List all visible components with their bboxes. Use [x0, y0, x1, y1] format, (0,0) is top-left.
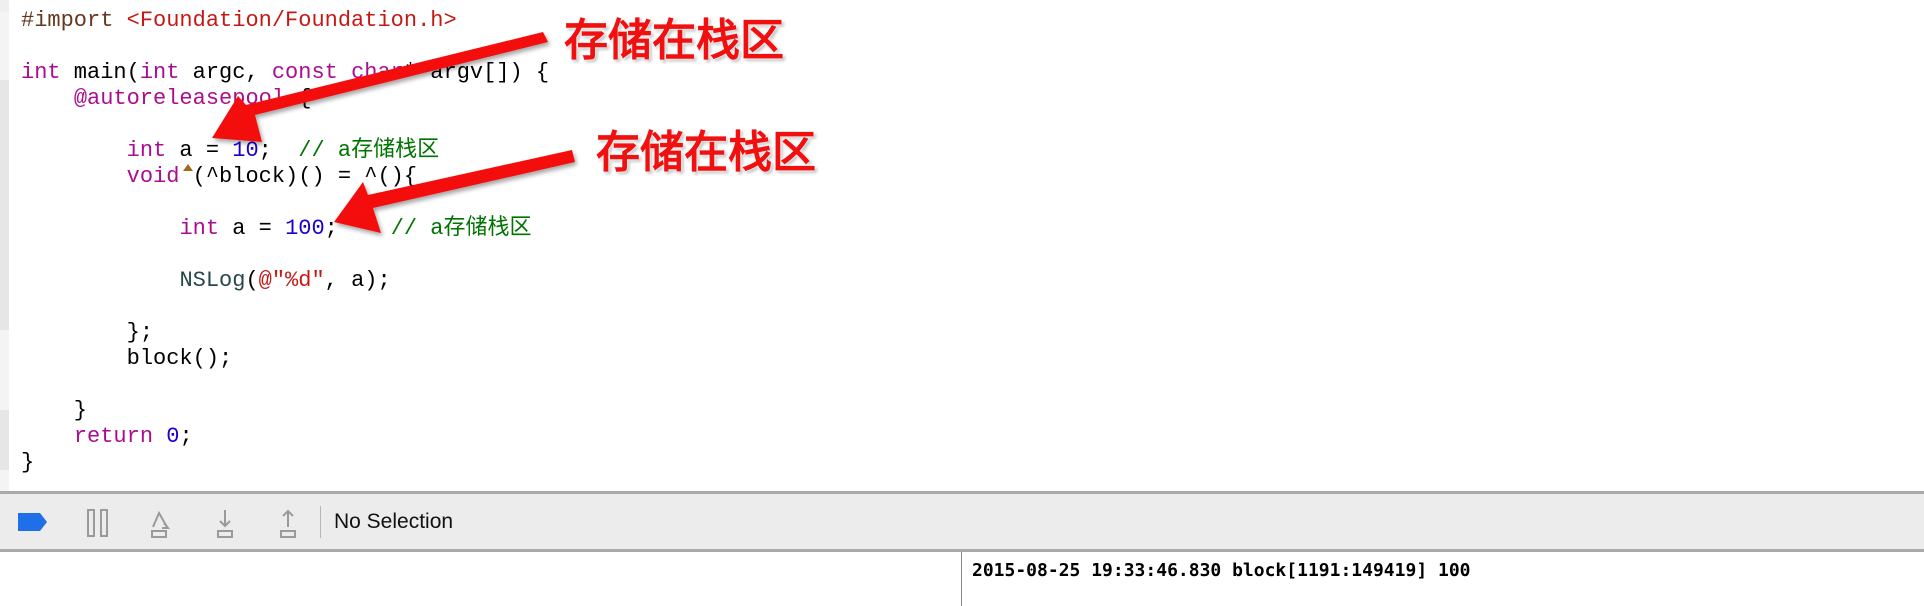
code-line[interactable]: block();	[21, 346, 549, 372]
code-line[interactable]	[21, 112, 549, 138]
code-token-kw: int	[21, 60, 61, 85]
source-code[interactable]: #import <Foundation/Foundation.h> int mai…	[21, 8, 549, 476]
code-token-plain: ;	[324, 216, 391, 241]
code-line[interactable]: }	[21, 398, 549, 424]
code-line[interactable]: int a = 10; // a存储栈区	[21, 138, 549, 164]
code-token-macro: #import	[21, 8, 127, 33]
code-token-cmt: // a存储栈区	[298, 138, 440, 163]
code-token-plain: {	[285, 86, 312, 111]
code-token-kw: void	[126, 164, 180, 189]
code-line[interactable]	[21, 242, 549, 268]
code-line[interactable]: };	[21, 320, 549, 346]
code-token-plain: (	[245, 268, 259, 293]
breakpoints-toggle-icon[interactable]	[18, 511, 48, 533]
code-token-num: 0	[166, 424, 180, 449]
editor-gutter	[0, 0, 9, 491]
code-token-plain: }	[21, 450, 35, 475]
code-token-plain: ;	[179, 424, 193, 449]
toolbar-divider	[320, 506, 321, 538]
code-token-plain: * argv[]) {	[403, 60, 550, 85]
code-token-cmt: // a存储栈区	[390, 216, 532, 241]
code-line[interactable]: @autoreleasepool {	[21, 86, 549, 112]
annotation-label-1: 存储在栈区	[564, 15, 784, 66]
code-token-kw: int	[139, 60, 180, 85]
code-token-fn: NSLog	[179, 268, 246, 293]
annotation-label-2: 存储在栈区	[596, 127, 816, 178]
debug-area: 2015-08-25 19:33:46.830 block[1191:14941…	[0, 552, 1924, 606]
debug-toolbar: No Selection	[0, 491, 1924, 552]
code-line[interactable]: int a = 100; // a存储栈区	[21, 216, 549, 242]
code-line[interactable]	[21, 190, 549, 216]
code-token-plain: ;	[258, 138, 299, 163]
code-line[interactable]	[21, 294, 549, 320]
code-line[interactable]: return 0;	[21, 424, 549, 450]
code-token-plain: };	[21, 320, 154, 345]
step-out-icon[interactable]	[277, 509, 299, 539]
code-editor[interactable]: #import <Foundation/Foundation.h> int mai…	[0, 0, 1924, 491]
warning-caret-icon	[183, 164, 193, 171]
code-token-kw: return	[73, 424, 154, 449]
code-token-kw: const	[271, 60, 338, 85]
code-token-plain: block();	[21, 346, 233, 371]
code-line[interactable]: }	[21, 450, 549, 476]
code-token-plain: (^block)() = ^(){	[179, 164, 418, 189]
code-token-plain: }	[21, 398, 88, 423]
code-token-plain: argc,	[179, 60, 272, 85]
console-output[interactable]: 2015-08-25 19:33:46.830 block[1191:14941…	[972, 560, 1471, 581]
pause-icon[interactable]	[86, 509, 110, 537]
code-token-plain: a =	[166, 138, 233, 163]
code-line[interactable]: NSLog(@"%d", a);	[21, 268, 549, 294]
code-token-kw: char	[351, 60, 404, 85]
code-line[interactable]	[21, 34, 549, 60]
step-into-icon[interactable]	[214, 509, 236, 539]
code-token-num: 100	[285, 216, 325, 241]
code-line[interactable]: void (^block)() = ^(){	[21, 164, 549, 190]
code-line[interactable]: #import <Foundation/Foundation.h>	[21, 8, 549, 34]
code-line[interactable]: int main(int argc, const char* argv[]) {	[21, 60, 549, 86]
code-token-kw: @autoreleasepool	[73, 86, 286, 111]
code-token-num: 10	[232, 138, 259, 163]
code-token-plain: main(	[60, 60, 140, 85]
code-token-plain: , a);	[324, 268, 391, 293]
code-token-str: <Foundation/Foundation.h>	[126, 8, 457, 33]
step-over-icon[interactable]	[147, 509, 173, 539]
stack-frame-selector[interactable]: No Selection	[334, 510, 453, 534]
code-token-kw: int	[179, 216, 220, 241]
code-token-kw: int	[126, 138, 167, 163]
variables-view[interactable]	[0, 552, 962, 606]
code-token-plain: a =	[219, 216, 286, 241]
code-token-str: @"%d"	[258, 268, 325, 293]
code-line[interactable]	[21, 372, 549, 398]
